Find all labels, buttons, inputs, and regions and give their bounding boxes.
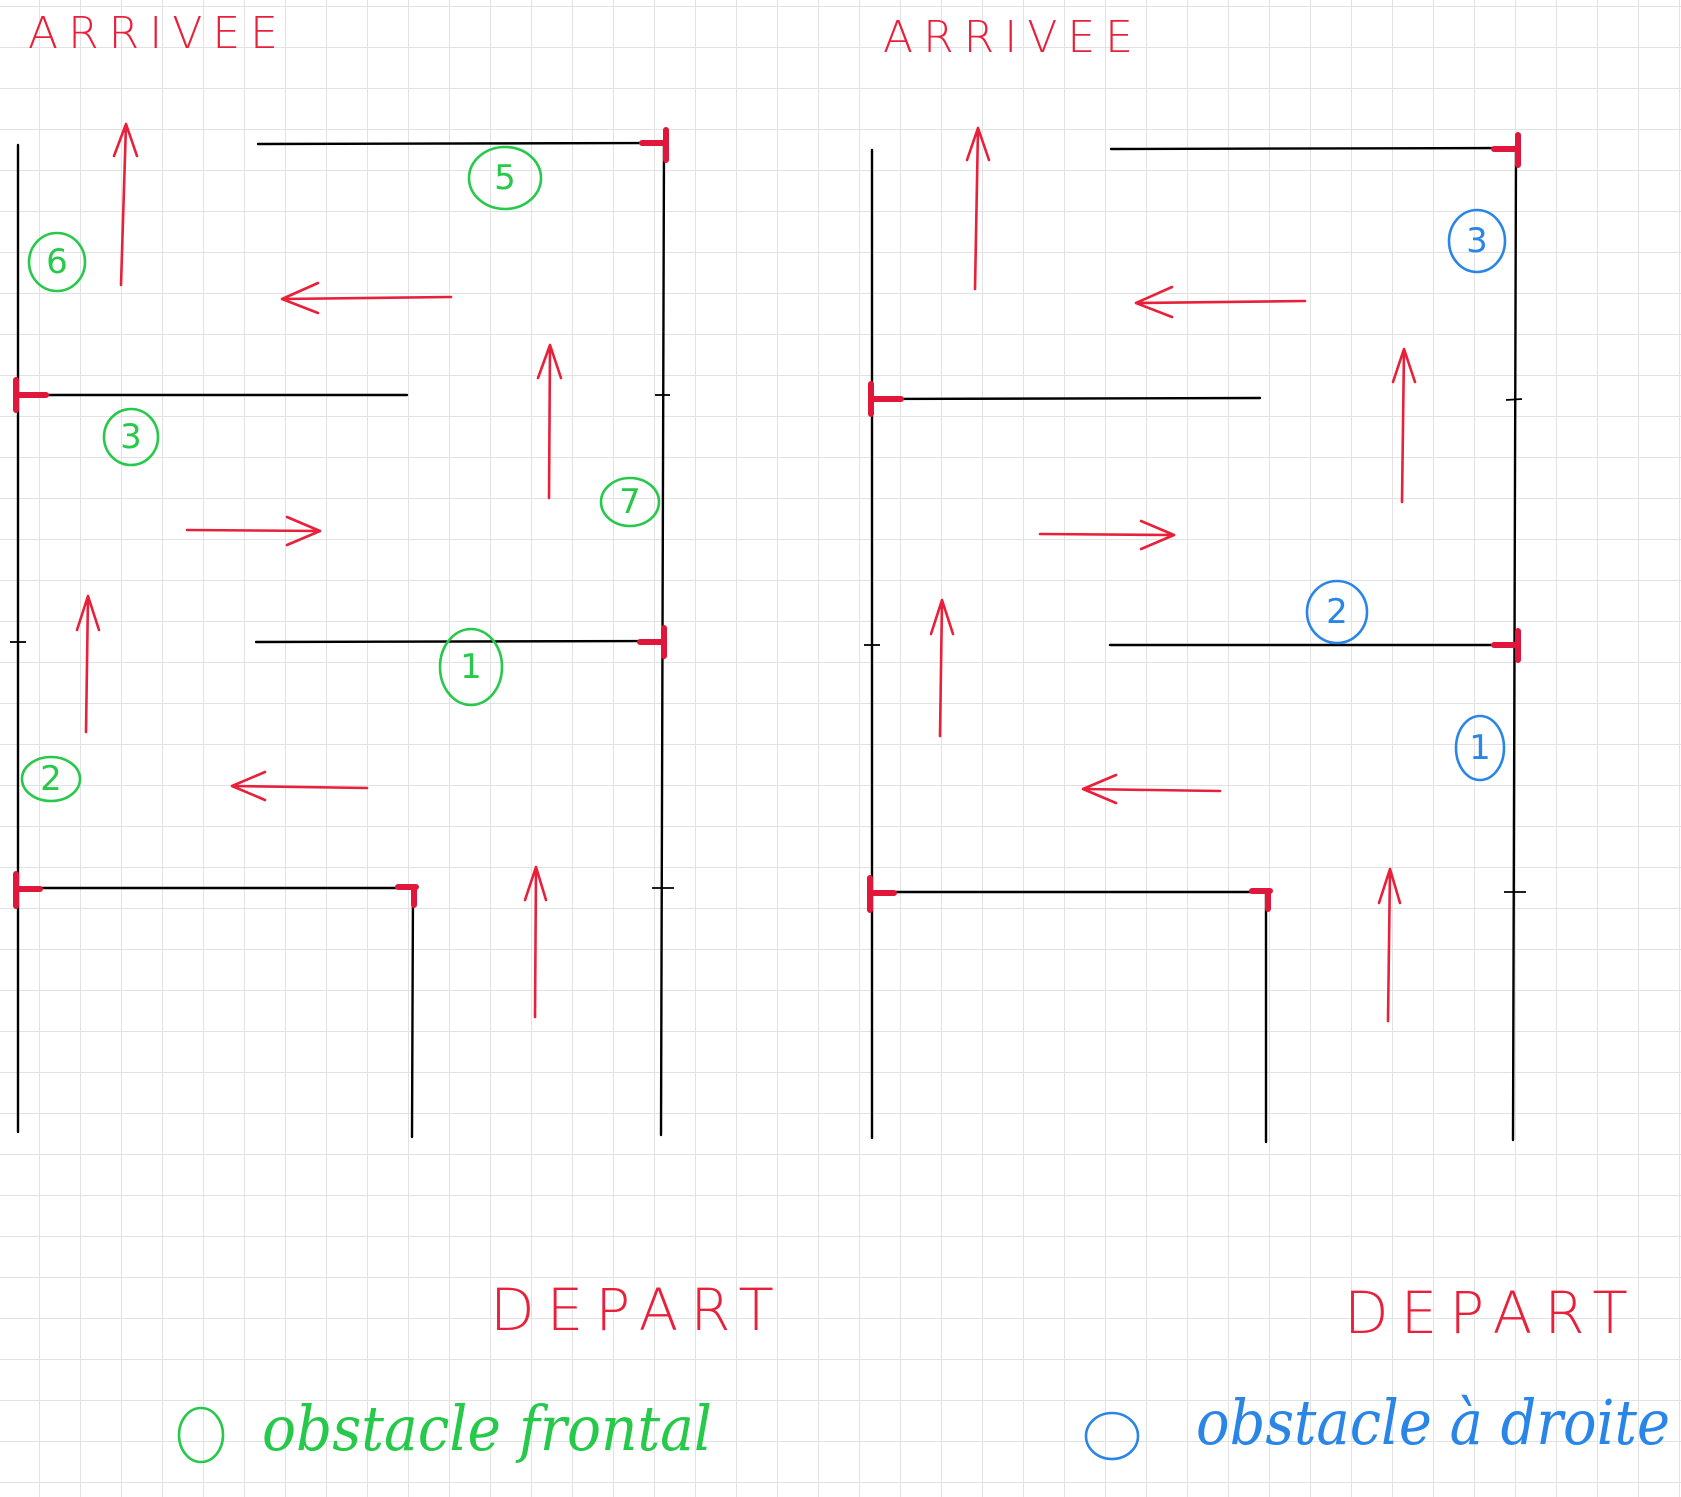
left-cap-inner [395, 884, 419, 908]
svg-text:3: 3 [1466, 221, 1488, 261]
left-top-wall [256, 141, 667, 146]
left-legend-text: obstacle frontal [262, 1392, 712, 1465]
left-marker-5: 5 [467, 145, 543, 211]
left-wall-row-3 [254, 639, 666, 644]
right-arrow-up-left [929, 598, 955, 738]
svg-text:2: 2 [1326, 592, 1348, 632]
left-cap-top-right [639, 127, 669, 163]
right-legend: obstacle à droite [1084, 1386, 1670, 1461]
right-arrow-right-mid [1038, 519, 1176, 551]
left-arrivee-label: ARRIVEE [28, 8, 288, 59]
left-wall-caps [13, 127, 669, 909]
left-arrows [75, 122, 563, 1019]
right-wall-caps [867, 132, 1521, 913]
svg-text:6: 6 [46, 242, 68, 282]
right-arrow-up-exit [965, 126, 991, 291]
left-arrow-up-exit [112, 122, 139, 287]
right-marker-3: 3 [1447, 208, 1507, 274]
right-marker-1: 1 [1454, 714, 1506, 782]
svg-text:7: 7 [619, 482, 641, 522]
svg-text:1: 1 [460, 647, 482, 687]
right-walls [864, 146, 1526, 1144]
left-arrow-up-left [75, 594, 101, 734]
right-arrow-up-start [1377, 867, 1402, 1023]
left-arrow-up-start [523, 865, 548, 1019]
right-cap-top-right [1491, 132, 1521, 168]
right-arrow-up-right [1391, 347, 1417, 504]
right-cap-inner [1249, 888, 1273, 912]
right-wall-row-2 [870, 396, 1262, 401]
svg-text:5: 5 [494, 158, 516, 198]
right-arrow-left-low [1081, 773, 1222, 805]
right-cap-row-4 [867, 875, 897, 913]
right-arrivee-label: ARRIVEE [883, 12, 1143, 63]
right-arrows [929, 126, 1417, 1023]
left-legend-circle-icon [177, 1406, 225, 1464]
left-marker-7: 7 [599, 476, 661, 528]
right-marker-2: 2 [1305, 579, 1369, 645]
svg-text:2: 2 [40, 759, 62, 799]
left-walls [10, 141, 674, 1139]
right-maze: ARRIVEE 3 2 1 DEPART obstacle à droite [864, 12, 1670, 1461]
left-arrow-up-right [536, 343, 563, 500]
right-tick-1 [1505, 398, 1523, 401]
right-depart-label: DEPART [1344, 1279, 1640, 1347]
left-inner-vertical-wall [410, 886, 415, 1139]
left-legend: obstacle frontal [177, 1392, 712, 1465]
left-depart-label: DEPART [490, 1276, 786, 1344]
left-cap-row-3 [637, 625, 667, 659]
right-legend-circle-icon [1084, 1411, 1140, 1461]
right-arrow-left-high [1134, 285, 1307, 319]
left-marker-6: 6 [27, 231, 87, 293]
left-cap-row-4 [13, 871, 43, 909]
svg-text:1: 1 [1469, 728, 1491, 768]
left-arrow-right-mid [185, 515, 322, 547]
left-arrow-left-low [230, 770, 369, 802]
right-top-wall [1109, 146, 1519, 151]
left-marker-3: 3 [102, 407, 160, 467]
left-arrow-left-high [280, 281, 453, 315]
left-cap-row-2 [13, 377, 49, 413]
right-legend-text: obstacle à droite [1196, 1386, 1670, 1459]
left-markers: 5 6 3 7 1 2 [20, 145, 661, 803]
right-cap-row-2 [868, 381, 904, 417]
right-markers: 3 2 1 [1305, 208, 1507, 782]
left-maze: ARRIVEE 5 6 3 7 1 2 DEPART obstacle fron… [10, 8, 786, 1465]
svg-text:3: 3 [120, 417, 142, 457]
left-marker-2: 2 [20, 755, 82, 803]
